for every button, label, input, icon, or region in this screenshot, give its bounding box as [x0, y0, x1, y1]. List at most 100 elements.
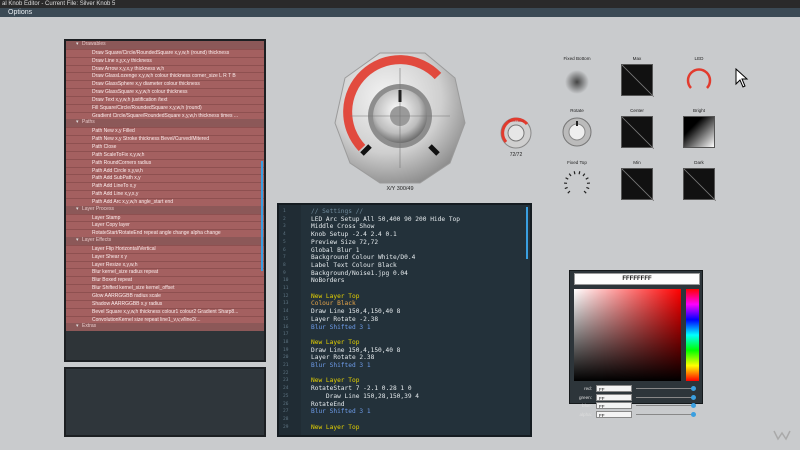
- center-tile[interactable]: [621, 116, 655, 150]
- rotate-tile[interactable]: [561, 116, 593, 148]
- tree-item[interactable]: Layer Stamp: [66, 213, 264, 222]
- description-panel: [64, 367, 266, 437]
- tree-group[interactable]: ▾ Paths: [66, 119, 264, 128]
- tree-row-label: RotateStart/RotateEnd repeat angle chang…: [92, 230, 221, 237]
- tree-group[interactable]: ▾ Layer Effects: [66, 237, 264, 245]
- tree-row-label: Bevel Square x,y,w,h thickness colour1 c…: [92, 308, 239, 315]
- colour-picker[interactable]: FFFFFFFF red: FF green: FF blue: FF alpha: FF: [569, 270, 703, 418]
- channel-slider-thumb[interactable]: [691, 394, 696, 400]
- code-line[interactable]: 29 New Layer Top: [279, 424, 530, 432]
- tree-row-label: Layer Shear x y: [92, 253, 128, 260]
- led-label: LED: [694, 56, 704, 61]
- tree-item[interactable]: Layer Flip Horizontal/Vertical: [66, 244, 264, 253]
- max-tile[interactable]: [621, 64, 655, 98]
- channel-slider-track[interactable]: [636, 405, 692, 406]
- channel-label: red:: [584, 386, 592, 391]
- tree-item[interactable]: Layer Resize x,y,w,h: [66, 260, 264, 269]
- tree-row-label: Layer Flip Horizontal/Vertical: [92, 245, 156, 252]
- fixed-bottom-label: Fixed Bottom: [563, 56, 591, 61]
- script-editor[interactable]: 1// Settings //2 LED Arc Setup All 50,400…: [277, 203, 532, 437]
- tree-item[interactable]: Blur Boxed repeat: [66, 276, 264, 285]
- tree-item[interactable]: Draw Text x,y,w,h justification /text: [66, 95, 264, 104]
- channel-slider-thumb[interactable]: [691, 386, 696, 391]
- tree-row-label: ConvolutionKernel size repeat line1_v,v,…: [92, 316, 201, 323]
- tree-item[interactable]: Draw GlassLozenge x,y,w,h colour thickne…: [66, 72, 264, 81]
- hue-slider[interactable]: [686, 289, 699, 381]
- tree-group[interactable]: ▾ Layer Process: [66, 205, 264, 214]
- tree-item[interactable]: Path Add LineTo x,y: [66, 182, 264, 191]
- tree-item[interactable]: Gradient Circle/Square/RoundedSquare x,y…: [66, 111, 264, 120]
- tree-row-label: Layer Process: [82, 205, 114, 212]
- tree-item[interactable]: Draw Square/Circle/RoundedSquare x,y,w,h…: [66, 48, 264, 57]
- tick-mark: [586, 186, 590, 190]
- main-knob-preview[interactable]: [330, 48, 470, 188]
- tree-item[interactable]: Path New x,y Filled: [66, 127, 264, 136]
- tree-item[interactable]: Path ScaleToFix x,y,w,h: [66, 150, 264, 159]
- tree-row-label: Path Add Line x,y,x,y: [92, 191, 139, 198]
- channel-value[interactable]: FF: [596, 410, 632, 418]
- channel-slider-thumb[interactable]: [691, 403, 696, 408]
- channel-slider-track[interactable]: [636, 396, 692, 398]
- channel-slider-thumb[interactable]: [691, 411, 696, 417]
- tree-row-label: Blur Shifted kernel_size kernel_offset: [92, 285, 175, 292]
- tree-item[interactable]: Layer Copy layer: [66, 221, 264, 230]
- fixed-bottom-tile[interactable]: [561, 66, 593, 98]
- tree-row-label: Path Add SubPath x,y: [92, 175, 141, 182]
- tree-item[interactable]: Blur Shifted kernel_size kernel_offset: [66, 284, 264, 292]
- tree-row-label: Draw Arrow x,y,x,y thickness w,h: [92, 65, 165, 72]
- fixed-top-tile[interactable]: [561, 168, 593, 200]
- bright-tile[interactable]: [683, 116, 715, 148]
- tree-item[interactable]: Path Add Line x,y,x,y: [66, 190, 264, 198]
- led-tile[interactable]: [683, 64, 715, 96]
- mouse-pointer-icon: [735, 67, 749, 93]
- tree-item[interactable]: Path Close: [66, 142, 264, 151]
- tree-item[interactable]: Path Add Arc x,y,w,h angle_start end: [66, 197, 264, 206]
- tree-item[interactable]: Fill Square/Circle/RoundedSquare x,y,w,h…: [66, 103, 264, 112]
- channel-slider-track[interactable]: [636, 413, 692, 415]
- tree-row-label: Fill Square/Circle/RoundedSquare x,y,w,h…: [92, 104, 202, 111]
- channel-value[interactable]: FF: [596, 402, 632, 409]
- tree-row-label: Path Add LineTo x,y: [92, 183, 137, 190]
- menu-bar: Options: [0, 8, 800, 17]
- tree-item[interactable]: Glow AARRGGBB radius scale: [66, 292, 264, 300]
- options-menu[interactable]: Options: [8, 8, 32, 17]
- tree-item[interactable]: Blur kernel_size radius repeat: [66, 268, 264, 277]
- tree-row-label: Paths: [82, 119, 95, 126]
- center-label: Center: [630, 108, 644, 113]
- tree-scrollbar[interactable]: [261, 161, 263, 271]
- tree-item[interactable]: Bevel Square x,y,w,h thickness colour1 c…: [66, 307, 264, 316]
- tree-row-label: Path ScaleToFix x,y,w,h: [92, 151, 145, 158]
- tree-item[interactable]: Draw Line x,y,x,y thickness: [66, 56, 264, 65]
- hex-value[interactable]: FFFFFFFF: [574, 273, 700, 285]
- min-tile[interactable]: [621, 168, 655, 202]
- channel-value[interactable]: FF: [596, 385, 632, 392]
- tree-row-label: Path Add Circle x,y,w,h: [92, 167, 143, 174]
- tree-item[interactable]: RotateStart/RotateEnd repeat angle chang…: [66, 229, 264, 238]
- tree-row-label: Draw GlassSphere x,y diameter colour thi…: [92, 81, 200, 88]
- saturation-value-area[interactable]: [574, 289, 681, 381]
- command-tree[interactable]: ▾ Drawables Draw Square/Circle/RoundedSqua…: [64, 39, 266, 362]
- tree-item[interactable]: Draw Arrow x,y,x,y thickness w,h: [66, 64, 264, 73]
- tree-item[interactable]: ConvolutionKernel size repeat line1_v,v,…: [66, 315, 264, 324]
- tree-item[interactable]: Draw GlassSphere x,y diameter colour thi…: [66, 80, 264, 89]
- tree-row-label: Path New x,y Filled: [92, 128, 135, 135]
- tree-group[interactable]: ▾ Extras: [66, 323, 264, 332]
- min-label: Min: [633, 160, 641, 165]
- tree-row-label: Draw Text x,y,w,h justification /text: [92, 96, 168, 103]
- tree-group[interactable]: ▾ Drawables: [66, 41, 264, 49]
- tree-item[interactable]: Path Add Circle x,y,w,h: [66, 166, 264, 175]
- editor-scrollbar[interactable]: [526, 207, 528, 259]
- tree-row-label: Gradient Circle/Square/RoundedSquare x,y…: [92, 112, 239, 119]
- dark-tile[interactable]: [683, 168, 717, 202]
- tree-item[interactable]: Path Add SubPath x,y: [66, 174, 264, 183]
- tree-row-label: Layer Resize x,y,w,h: [92, 261, 138, 268]
- tree-item[interactable]: Path RoundCorners radius: [66, 158, 264, 167]
- channel-value[interactable]: FF: [596, 393, 632, 401]
- tree-row-label: Layer Stamp: [92, 214, 121, 221]
- tree-row-label: Drawables: [82, 41, 106, 47]
- tree-item[interactable]: Draw GlassSquare x,y,w,h colour thicknes…: [66, 88, 264, 96]
- channel-slider-track[interactable]: [636, 388, 692, 389]
- tree-item[interactable]: Shadow AARRGGBB x,y radius: [66, 299, 264, 308]
- tree-item[interactable]: Layer Shear x y: [66, 252, 264, 261]
- tree-item[interactable]: Path New x,y Stroke thickness Bevel/Curv…: [66, 135, 264, 143]
